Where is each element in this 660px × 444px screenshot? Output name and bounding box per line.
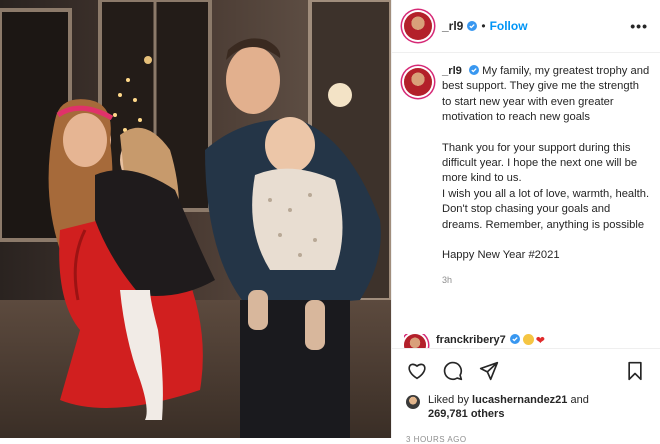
verified-icon xyxy=(469,65,480,75)
caption-time[interactable]: 3h xyxy=(442,273,650,288)
verified-icon xyxy=(509,334,520,344)
share-icon[interactable] xyxy=(478,360,500,382)
emoji-icon xyxy=(522,334,534,345)
bookmark-icon[interactable] xyxy=(624,360,646,382)
action-bar xyxy=(392,349,660,383)
comment-row: franckribery7 ❤ xyxy=(404,334,650,348)
heart-icon[interactable] xyxy=(406,360,428,382)
caption-area: _rl9 My family, my greatest trophy and b… xyxy=(404,64,650,289)
caption-paragraph-2: Thank you for your support during this d… xyxy=(442,141,638,185)
commenter-avatar[interactable] xyxy=(404,334,426,348)
comment-icon[interactable] xyxy=(442,360,464,382)
family-photo xyxy=(0,0,391,438)
likes-text: Liked by lucashernandez21 and 269,781 ot… xyxy=(428,393,589,421)
caption-username[interactable]: _rl9 xyxy=(442,65,462,77)
follow-button[interactable]: Follow xyxy=(490,19,528,33)
caption-paragraph-4: Happy New Year #2021 xyxy=(442,249,560,262)
likes-row: Liked by lucashernandez21 and 269,781 ot… xyxy=(392,383,660,421)
likes-count[interactable]: 269,781 others xyxy=(428,408,504,420)
author-username[interactable]: _rl9 xyxy=(442,19,463,33)
post-side-panel: _rl9 • Follow ••• _rl9 My family, my gre… xyxy=(391,0,660,444)
caption-paragraph-3: I wish you all a lot of love, warmth, he… xyxy=(442,187,650,231)
post-footer: Liked by lucashernandez21 and 269,781 ot… xyxy=(392,348,660,444)
caption-text: _rl9 My family, my greatest trophy and b… xyxy=(442,64,650,289)
commenter-username[interactable]: franckribery7 xyxy=(436,334,506,346)
instagram-post: _rl9 • Follow ••• _rl9 My family, my gre… xyxy=(0,0,660,444)
posted-time[interactable]: 3 HOURS AGO xyxy=(392,421,660,444)
author-avatar[interactable] xyxy=(404,12,432,40)
verified-icon xyxy=(467,21,478,31)
more-icon[interactable]: ••• xyxy=(630,18,648,34)
separator-dot: • xyxy=(481,19,486,33)
caption-avatar[interactable] xyxy=(404,68,432,96)
liker-username[interactable]: lucashernandez21 xyxy=(472,394,567,406)
post-photo[interactable] xyxy=(0,0,391,438)
liker-avatar[interactable] xyxy=(406,395,420,409)
likes-prefix: Liked by xyxy=(428,394,469,406)
likes-conj: and xyxy=(570,394,589,406)
post-header: _rl9 • Follow ••• xyxy=(392,0,660,53)
heart-emoji-icon: ❤ xyxy=(535,335,545,347)
